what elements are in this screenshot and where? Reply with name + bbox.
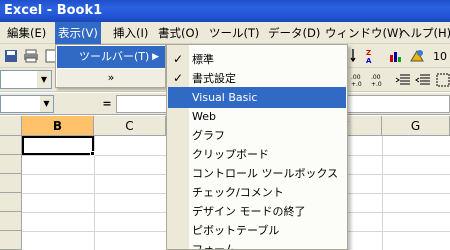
menu-data[interactable]: データ(D) <box>265 22 323 44</box>
gridline <box>382 136 383 250</box>
toolbar-submenu-label: 書式設定 <box>192 72 236 85</box>
submenu-arrow-icon: ▶ <box>152 52 159 62</box>
toolbar-submenu-label: クリップボード <box>192 148 269 161</box>
row-header[interactable] <box>0 231 22 250</box>
formula-equals-label: = <box>102 97 112 110</box>
toolbar-submenu-item[interactable]: ピボットテーブル <box>168 220 346 241</box>
view-menu-toolbars-item[interactable]: ツールバー(T) ▶ <box>57 46 165 68</box>
increase-indent-icon[interactable] <box>414 71 432 89</box>
menu-insert[interactable]: 挿入(I) <box>110 22 151 44</box>
toolbar-submenu-item[interactable]: デザイン モードの終了 <box>168 201 346 222</box>
svg-text:.00: .00 <box>351 74 361 81</box>
toolbar-submenu-item[interactable]: ✓ 標準 <box>168 49 346 70</box>
toolbar-submenu-item[interactable]: コントロール ツールボックス <box>168 163 346 184</box>
increase-decimal-icon[interactable]: .00 +.0 <box>350 71 368 89</box>
toolbar-submenu-label: Visual Basic <box>192 91 258 104</box>
menu-format[interactable]: 書式(O) <box>155 22 202 44</box>
decrease-decimal-icon[interactable]: .00 +.0 <box>370 71 388 89</box>
toolbars-submenu: ✓ 標準 ✓ 書式設定 Visual Basic Web グラフクリップボードコントロール … <box>166 44 348 250</box>
window-title: Excel - Book1 <box>4 3 103 18</box>
row-header[interactable] <box>0 212 22 231</box>
toolbar-submenu-item[interactable]: クリップボード <box>168 144 346 165</box>
toolbar-submenu-label: ピボットテーブル <box>192 224 280 237</box>
row-header[interactable] <box>0 136 22 155</box>
chart-wizard-icon[interactable] <box>388 47 406 65</box>
toolbar-submenu-label: コントロール ツールボックス <box>192 167 339 180</box>
borders-icon[interactable] <box>434 71 450 89</box>
column-header-c[interactable]: C <box>94 116 166 136</box>
toolbar-submenu-label: 標準 <box>192 53 214 66</box>
toolbar-submenu-item[interactable]: ✓ 書式設定 <box>168 68 346 89</box>
menu-help[interactable]: ヘルプ(H) <box>396 22 450 44</box>
menu-edit[interactable]: 編集(E) <box>4 22 49 44</box>
row-header[interactable] <box>0 174 22 193</box>
decrease-indent-icon[interactable] <box>394 71 412 89</box>
menu-bar: 編集(E) 表示(V) 挿入(I) 書式(O) ツール(T) データ(D) ウィ… <box>0 22 450 44</box>
toolbar-submenu-label: Web <box>192 110 216 123</box>
font-combo[interactable]: ▼ <box>0 70 52 89</box>
expand-menu-chevron-icon[interactable]: » <box>57 69 165 87</box>
menu-view[interactable]: 表示(V) <box>55 22 101 44</box>
toolbar-submenu-item[interactable]: Visual Basic <box>168 87 346 108</box>
row-header[interactable] <box>0 155 22 174</box>
toolbar-submenu-label: デザイン モードの終了 <box>192 205 306 218</box>
svg-text:A: A <box>366 57 372 64</box>
print-icon[interactable] <box>22 47 40 65</box>
select-all-corner[interactable] <box>0 116 22 136</box>
font-size-partial[interactable]: 10 <box>430 47 450 65</box>
view-menu-dropdown: ツールバー(T) ▶ » <box>55 44 166 88</box>
svg-text:+.0: +.0 <box>351 81 362 87</box>
svg-text:Z: Z <box>366 49 371 57</box>
chevron-down-icon[interactable]: ▼ <box>37 71 51 88</box>
svg-text:+.0: +.0 <box>371 81 382 87</box>
fill-handle[interactable] <box>90 151 95 156</box>
toolbar-submenu-label: フォーム <box>192 243 236 250</box>
checkmark-icon: ✓ <box>173 52 184 66</box>
column-header-g[interactable]: G <box>382 116 450 136</box>
column-header-b[interactable]: B <box>22 116 94 136</box>
window-title-bar[interactable]: Excel - Book1 <box>0 0 450 22</box>
checkmark-icon: ✓ <box>173 71 184 85</box>
name-box[interactable]: ▼ <box>0 95 54 113</box>
toolbar-submenu-label: グラフ <box>192 129 225 142</box>
toolbar-submenu-item[interactable]: Web <box>168 106 346 127</box>
save-icon[interactable] <box>2 47 20 65</box>
menu-tools[interactable]: ツール(T) <box>206 22 263 44</box>
toolbar-submenu-label: チェック/コメント <box>192 186 284 199</box>
drawing-icon[interactable] <box>408 47 426 65</box>
toolbar-submenu-item[interactable]: チェック/コメント <box>168 182 346 203</box>
active-cell[interactable] <box>22 136 94 155</box>
sort-za-icon[interactable]: ZA <box>362 47 380 65</box>
svg-text:.00: .00 <box>371 74 381 81</box>
chevron-down-icon[interactable]: ▼ <box>40 96 53 112</box>
menu-window[interactable]: ウィンドウ(W) <box>322 22 406 44</box>
row-header[interactable] <box>0 193 22 212</box>
view-menu-toolbars-label: ツールバー(T) <box>79 50 150 63</box>
toolbar-submenu-item[interactable]: フォーム <box>168 239 346 250</box>
toolbar-submenu-item[interactable]: グラフ <box>168 125 346 146</box>
